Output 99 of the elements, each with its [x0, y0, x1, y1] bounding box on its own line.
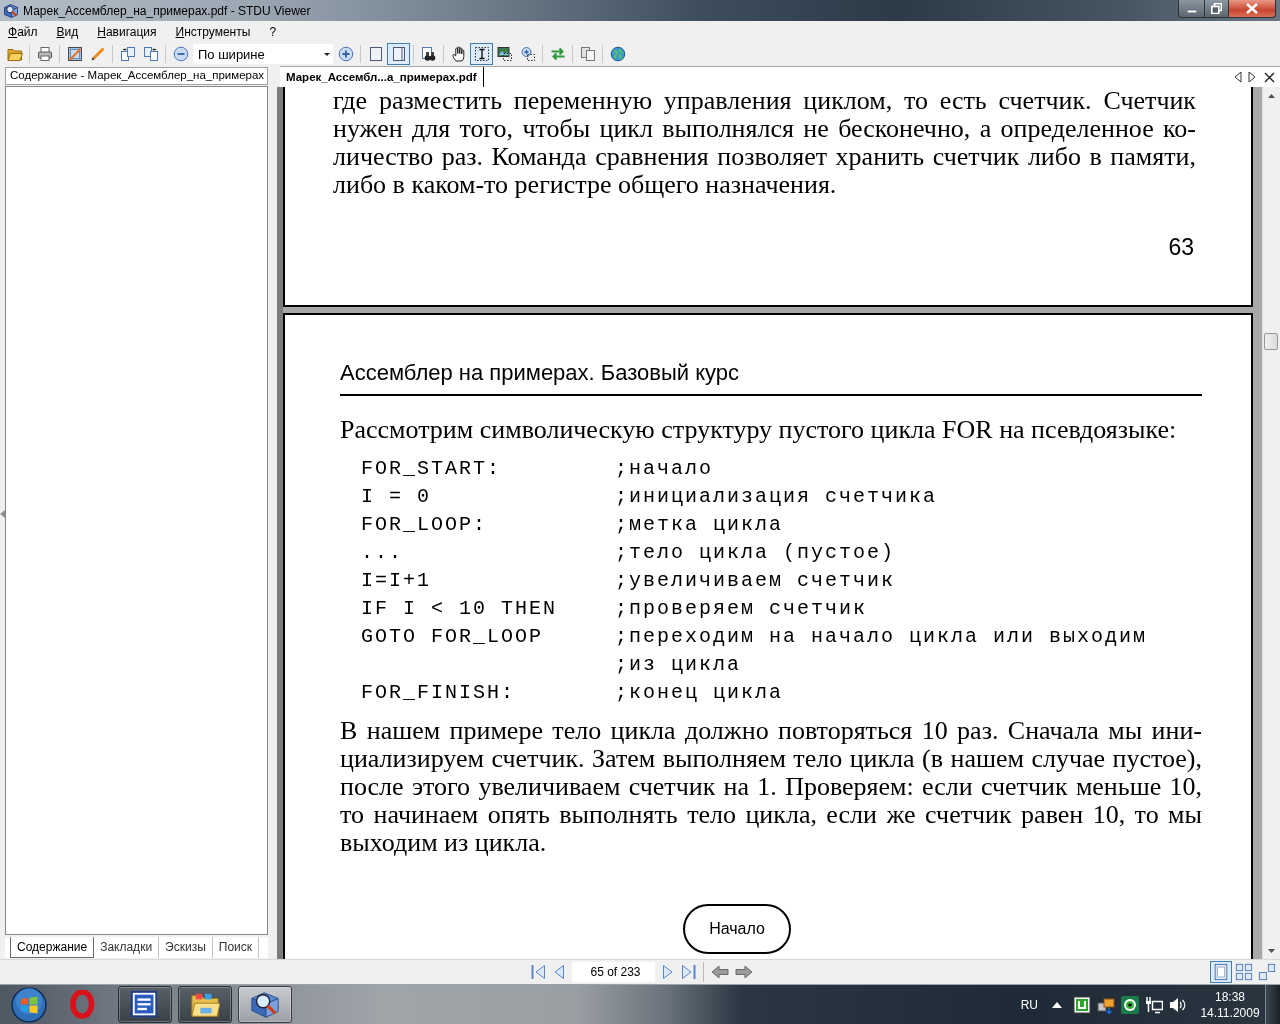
- zoom-out-icon: [172, 46, 189, 62]
- network-icon[interactable]: [1145, 995, 1163, 1014]
- text-cursor-icon: [473, 46, 490, 62]
- menu-item[interactable]: Навигация: [92, 22, 162, 41]
- close-button[interactable]: [1229, 0, 1276, 18]
- last-page-icon: [680, 964, 696, 980]
- code-line: IF I < 10 THEN: [361, 597, 558, 620]
- word-button[interactable]: [118, 986, 172, 1023]
- globe-icon: [609, 46, 626, 62]
- next-icon: [662, 964, 674, 980]
- language-indicator[interactable]: RU: [1020, 997, 1038, 1012]
- code-comment: ;увеличиваем счетчик: [615, 568, 896, 594]
- minimize-button[interactable]: [1178, 0, 1205, 18]
- code-comment: ;проверяем счетчик: [615, 596, 868, 622]
- pages-icon: [390, 46, 407, 62]
- code-comment: ;метка цикла: [615, 512, 784, 538]
- code-comment: ;инициализация счетчика: [615, 484, 938, 510]
- picture-pencil-icon: [66, 46, 83, 62]
- code-line: GOTO FOR_LOOP: [361, 625, 544, 648]
- code-comment: ;из цикла: [615, 652, 742, 678]
- clock[interactable]: 18:38 14.11.2009: [1199, 988, 1261, 1021]
- code-line: ...: [361, 541, 403, 564]
- menu-item[interactable]: Вид: [51, 22, 84, 41]
- code-comment: ;переходим на начало цикла или выходим: [615, 624, 1148, 650]
- panel-tab[interactable]: Закладки: [94, 937, 160, 958]
- zoom-area-icon: [519, 46, 536, 62]
- pencil-icon: [89, 46, 106, 62]
- continuous-pages-button[interactable]: [387, 43, 410, 65]
- code-line: I = 0: [361, 485, 431, 508]
- code-comment: ;начало: [615, 456, 713, 482]
- tiles-icon: [1258, 963, 1276, 981]
- paragraph: где разместить переменную управления циклом, то есть счетчик. Счетчик нужен для того, чтобы цикл выполнялся не бесконечно, а определенное ко- личество раз. Команда сравнения позволяет хранить счетчик либо в памяти, либо в каком-то регистре общего назначения.: [333, 87, 1196, 199]
- scroll-right-icon[interactable]: [1248, 71, 1256, 83]
- code-line: FOR_LOOP:: [361, 513, 488, 536]
- code-comment: ;конец цикла: [615, 680, 784, 706]
- magnifier-book-icon: [250, 989, 280, 1020]
- panel-title: Содержание - Марек_Ассемблер_на_примерах: [5, 67, 268, 85]
- panel-tab[interactable]: Эскизы: [159, 937, 213, 958]
- hand-icon: [450, 46, 467, 62]
- window-title: Марек_Ассемблер_на_примерах.pdf - STDU Viewer: [23, 3, 311, 18]
- caret-icon: [324, 52, 330, 56]
- explorer-button[interactable]: [178, 986, 232, 1023]
- scroll-thumb[interactable]: [1264, 333, 1278, 350]
- previous-icon: [553, 964, 565, 980]
- collapse-arrow-icon[interactable]: [0, 510, 5, 518]
- folder-icon: [6, 46, 23, 62]
- square-tray-icon[interactable]: [1073, 995, 1091, 1014]
- speaker-icon[interactable]: [1169, 995, 1187, 1014]
- single-page-view-button[interactable]: [1210, 961, 1232, 983]
- share-tray-icon[interactable]: [1097, 995, 1115, 1014]
- pages-arrow-icon: [142, 46, 159, 62]
- page-number-field[interactable]: 65 of 233: [572, 962, 655, 982]
- page-number: 63: [1168, 233, 1194, 261]
- picture-select-icon: [496, 46, 513, 62]
- menu-item[interactable]: Инструменты: [170, 22, 256, 41]
- code-line: FOR_START:: [361, 457, 502, 480]
- close-icon: [1246, 3, 1258, 14]
- show-desktop-button[interactable]: [1265, 985, 1280, 1024]
- magnifier-book-icon: [3, 2, 19, 19]
- code-comment: ;тело цикла (пустое): [615, 540, 896, 566]
- menu-item[interactable]: ?: [264, 22, 282, 41]
- paragraph: В нашем примере тело цикла должно повторяться 10 раз. Сначала мы ини- циализируем счетчик. Затем выполняем тело цикла (в нашем случае пустое), после этого увеличиваем счетчик на 1. Проверяем: если счетчик меньше 10, то начинаем опять выполнять тело цикла, если же счетчик равен 10, то мы выходим из цикла.: [340, 717, 1202, 857]
- arrows-icon: [549, 46, 566, 62]
- running-head: Ассемблер на примерах. Базовый курс: [340, 361, 740, 387]
- restore-button[interactable]: [1205, 0, 1229, 18]
- binoculars-icon: [420, 46, 437, 62]
- zoom-select[interactable]: По ширине: [193, 44, 333, 64]
- first-page-icon: [531, 964, 547, 980]
- scroll-left-icon[interactable]: [1234, 71, 1242, 83]
- vertical-scrollbar[interactable]: [1262, 87, 1280, 959]
- restore-icon: [1211, 3, 1222, 14]
- printer-icon: [36, 46, 53, 62]
- code-line: I=I+1: [361, 569, 431, 592]
- page-icon: [367, 46, 384, 62]
- paragraph: Рассмотрим символическую структуру пустого цикла FOR на псевдоязыке:: [340, 416, 1178, 444]
- text-select-button[interactable]: [470, 43, 493, 65]
- menu-item[interactable]: Файл: [3, 22, 43, 41]
- up-arrow-icon: [1268, 93, 1275, 98]
- back-arrow-icon: [711, 965, 729, 979]
- start-terminator: Начало: [683, 904, 791, 954]
- show-hidden-icons-icon[interactable]: [1052, 1001, 1062, 1008]
- panel-tab[interactable]: Поиск: [212, 937, 260, 958]
- ring-tray-icon[interactable]: [1121, 995, 1139, 1014]
- pages-arrow-icon: [119, 46, 136, 62]
- copy-icon: [579, 46, 596, 62]
- document-icon: [130, 989, 160, 1020]
- close-icon[interactable]: [1264, 71, 1275, 83]
- viewer-button[interactable]: [238, 986, 292, 1023]
- windows-orb-icon: [11, 986, 47, 1023]
- page-icon: [1212, 963, 1230, 981]
- code-line: FOR_FINISH:: [361, 681, 516, 704]
- grid-view-button[interactable]: [1233, 961, 1255, 983]
- panel-tab[interactable]: Содержание: [10, 937, 95, 958]
- down-arrow-icon: [1268, 948, 1275, 953]
- minimize-icon: [1186, 10, 1197, 13]
- forward-arrow-icon: [735, 965, 753, 979]
- zoom-in-icon: [337, 46, 354, 62]
- two-page-view-button[interactable]: [1256, 961, 1278, 983]
- tiles-icon: [1235, 963, 1253, 981]
